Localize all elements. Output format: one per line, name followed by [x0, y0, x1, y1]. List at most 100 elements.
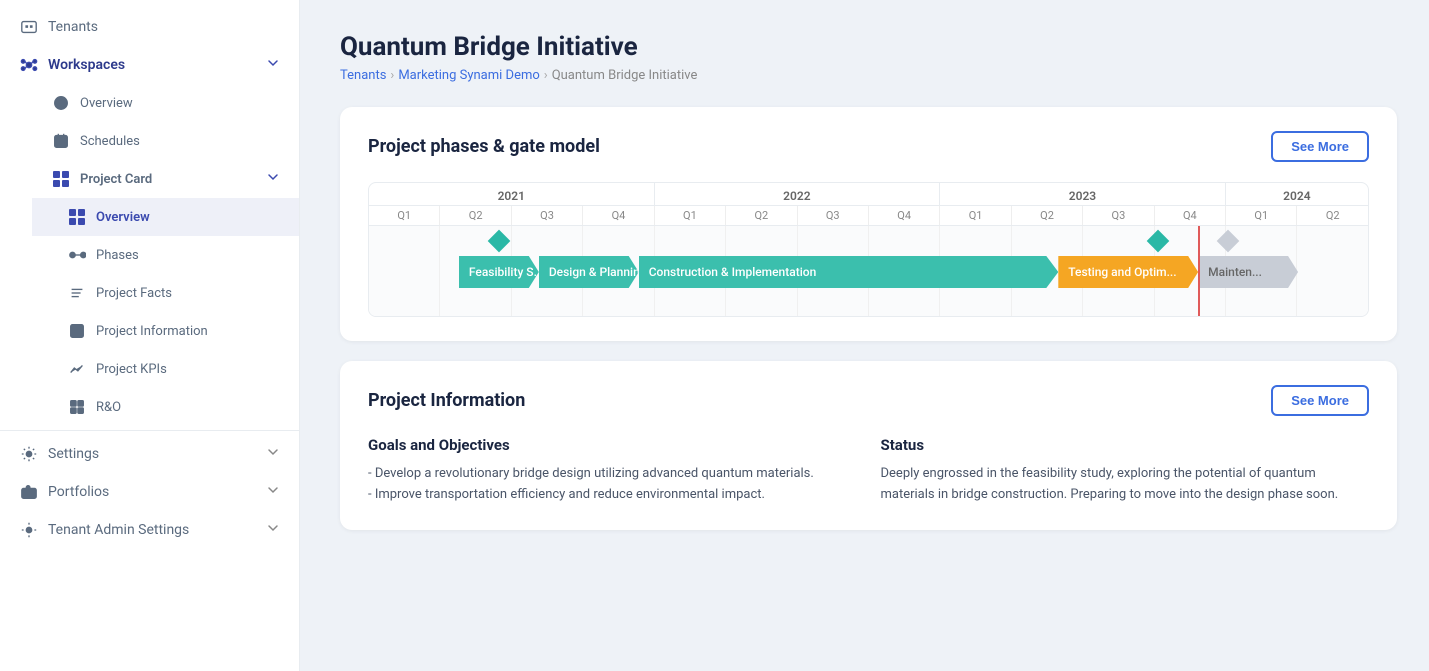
q2-2023: Q2: [1012, 206, 1083, 225]
facts-icon: [68, 284, 86, 302]
sidebar-item-workspaces[interactable]: Workspaces: [0, 46, 299, 84]
settings-label: Settings: [48, 446, 99, 462]
info-icon: [68, 322, 86, 340]
phases-card-title: Project phases & gate model: [368, 136, 600, 157]
q3-2021: Q3: [512, 206, 583, 225]
kpi-icon: [68, 360, 86, 378]
overview-label: Overview: [80, 96, 133, 111]
project-kpis-label: Project KPIs: [96, 362, 167, 377]
gantt-chart: 2021 2022 2023 2024 Q1 Q2 Q3 Q4 Q1 Q2 Q3…: [368, 182, 1369, 317]
portfolios-label: Portfolios: [48, 484, 109, 500]
breadcrumb: Tenants › Marketing Synami Demo › Quantu…: [340, 68, 1397, 83]
sidebar: Tenants Workspaces Overview Schedules: [0, 0, 300, 671]
sidebar-divider-1: [0, 430, 299, 431]
sidebar-item-project-kpis[interactable]: Project KPIs: [32, 350, 299, 388]
gantt-phases: Feasibility S... Design & Planning Const…: [369, 256, 1368, 288]
q1-2021: Q1: [369, 206, 440, 225]
phase-testing-label: Testing and Optim...: [1068, 265, 1176, 279]
q4-2022: Q4: [869, 206, 940, 225]
info-status-title: Status: [881, 436, 1370, 454]
phase-feasibility-label: Feasibility S...: [469, 265, 539, 279]
info-status-section: Status Deeply engrossed in the feasibili…: [881, 436, 1370, 506]
sidebar-item-overview[interactable]: Overview: [16, 84, 299, 122]
sidebar-item-tenants-label: Tenants: [48, 19, 98, 35]
phase-maintenance-label: Mainten...: [1208, 265, 1262, 279]
phases-see-more-button[interactable]: See More: [1271, 131, 1369, 162]
phase-design[interactable]: Design & Planning: [539, 256, 639, 288]
info-goals-section: Goals and Objectives - Develop a revolut…: [368, 436, 857, 506]
info-goals-text: - Develop a revolutionary bridge design …: [368, 464, 857, 506]
breadcrumb-sep-1: ›: [390, 68, 394, 83]
project-card-chevron-icon: [267, 171, 279, 187]
q1-2022: Q1: [655, 206, 726, 225]
phases-card-header: Project phases & gate model See More: [368, 131, 1369, 162]
admin-icon: [20, 521, 38, 539]
sidebar-item-phases[interactable]: Phases: [32, 236, 299, 274]
phases-label: Phases: [96, 248, 139, 263]
info-card: Project Information See More Goals and O…: [340, 361, 1397, 530]
sidebar-item-project-card-overview[interactable]: Overview: [32, 198, 299, 236]
ro-icon: [68, 398, 86, 416]
project-information-label: Project Information: [96, 324, 208, 339]
project-card-label: Project Card: [80, 172, 152, 187]
project-card-overview-label: Overview: [96, 210, 150, 225]
sidebar-item-project-facts[interactable]: Project Facts: [32, 274, 299, 312]
sidebar-item-project-card[interactable]: Project Card: [16, 160, 299, 198]
sidebar-item-schedules[interactable]: Schedules: [16, 122, 299, 160]
info-see-more-button[interactable]: See More: [1271, 385, 1369, 416]
sidebar-item-settings[interactable]: Settings: [0, 435, 299, 473]
breadcrumb-current: Quantum Bridge Initiative: [552, 68, 698, 83]
schedules-label: Schedules: [80, 134, 140, 149]
tenant-icon: [20, 18, 38, 36]
workspace-icon: [20, 56, 38, 74]
breadcrumb-tenants[interactable]: Tenants: [340, 68, 386, 83]
phases-icon: [68, 246, 86, 264]
year-2022: 2022: [655, 183, 941, 205]
overview-icon: [52, 94, 70, 112]
tenant-admin-label: Tenant Admin Settings: [48, 522, 189, 538]
info-status-text: Deeply engrossed in the feasibility stud…: [881, 464, 1370, 506]
portfolios-chevron-icon: [267, 484, 279, 500]
schedule-icon: [52, 132, 70, 150]
gantt-body: Feasibility S... Design & Planning Const…: [369, 226, 1368, 316]
year-2024: 2024: [1226, 183, 1368, 205]
q1-2023: Q1: [940, 206, 1011, 225]
page-title: Quantum Bridge Initiative: [340, 32, 1397, 62]
phase-testing[interactable]: Testing and Optim...: [1058, 256, 1198, 288]
breadcrumb-marketing[interactable]: Marketing Synami Demo: [398, 68, 539, 83]
q3-2022: Q3: [798, 206, 869, 225]
project-card-icon: [52, 170, 70, 188]
tenant-admin-chevron-icon: [267, 522, 279, 538]
info-card-header: Project Information See More: [368, 385, 1369, 416]
phase-construction[interactable]: Construction & Implementation: [639, 256, 1059, 288]
sidebar-item-portfolios[interactable]: Portfolios: [0, 473, 299, 511]
phase-feasibility[interactable]: Feasibility S...: [459, 256, 539, 288]
q4-2021: Q4: [583, 206, 654, 225]
phase-maintenance[interactable]: Mainten...: [1198, 256, 1298, 288]
phases-card: Project phases & gate model See More 202…: [340, 107, 1397, 341]
sidebar-item-tenant-admin[interactable]: Tenant Admin Settings: [0, 511, 299, 549]
ro-label: R&O: [96, 400, 121, 415]
gantt-years-row: 2021 2022 2023 2024: [369, 183, 1368, 206]
portfolios-icon: [20, 483, 38, 501]
info-card-title: Project Information: [368, 390, 525, 411]
info-grid: Goals and Objectives - Develop a revolut…: [368, 436, 1369, 506]
phase-construction-label: Construction & Implementation: [649, 265, 817, 279]
today-line: [1198, 226, 1200, 316]
sidebar-item-ro[interactable]: R&O: [32, 388, 299, 426]
q1-2024: Q1: [1226, 206, 1297, 225]
q2-2021: Q2: [440, 206, 511, 225]
workspaces-submenu: Overview Schedules Project Card Overview: [0, 84, 299, 426]
project-card-submenu: Overview Phases Project Facts Project In…: [16, 198, 299, 426]
sidebar-item-project-information[interactable]: Project Information: [32, 312, 299, 350]
settings-chevron-icon: [267, 446, 279, 462]
phase-design-label: Design & Planning: [549, 265, 639, 279]
q2-2022: Q2: [726, 206, 797, 225]
breadcrumb-sep-2: ›: [544, 68, 548, 83]
q4-2023: Q4: [1155, 206, 1226, 225]
workspaces-chevron-icon: [267, 57, 279, 73]
sidebar-item-tenants[interactable]: Tenants: [0, 8, 299, 46]
year-2021: 2021: [369, 183, 655, 205]
sidebar-workspaces-label: Workspaces: [48, 57, 125, 73]
gantt-quarters-row: Q1 Q2 Q3 Q4 Q1 Q2 Q3 Q4 Q1 Q2 Q3 Q4 Q1 Q…: [369, 206, 1368, 226]
